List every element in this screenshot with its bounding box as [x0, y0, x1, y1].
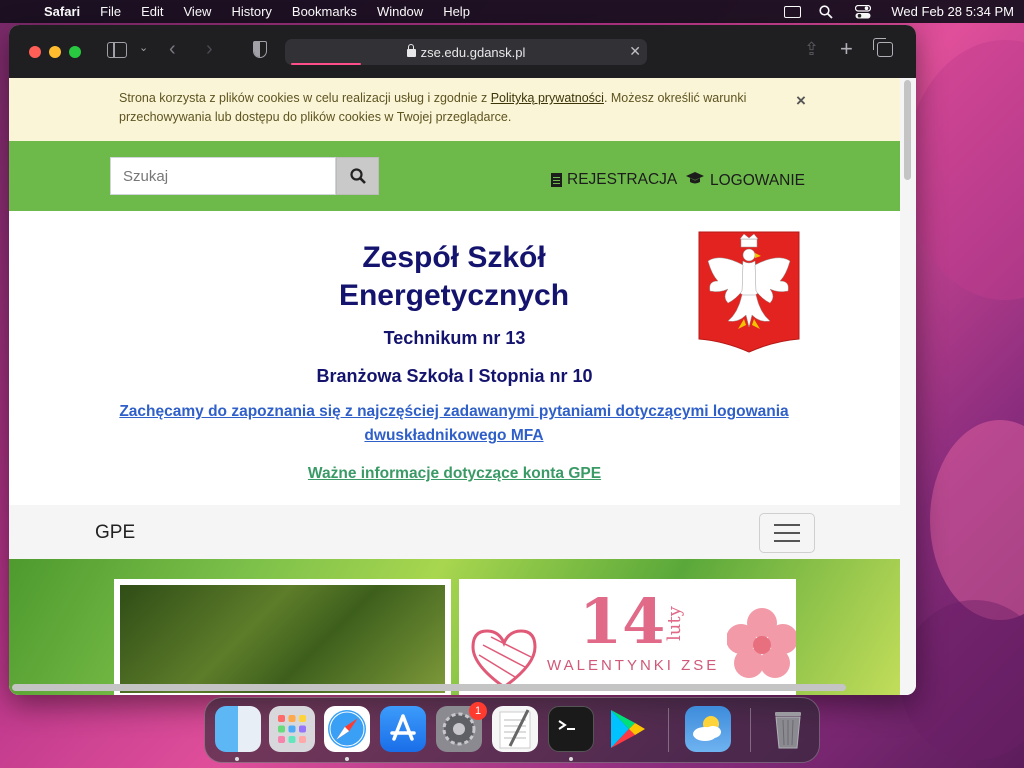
valentines-caption: WALENTYNKI ZSE	[547, 657, 720, 674]
mfa-faq-link[interactable]: Zachęcamy do zapoznania się z najczęście…	[119, 400, 789, 448]
gpe-info-link[interactable]: Ważne informacje dotyczące konta GPE	[9, 465, 900, 483]
flower-icon	[727, 608, 796, 678]
chevron-down-icon[interactable]: ⌄	[139, 41, 148, 54]
privacy-policy-link[interactable]: Polityką prywatności	[491, 91, 604, 105]
control-center-icon[interactable]	[855, 4, 873, 19]
dock-separator	[668, 708, 669, 752]
school-header: Zespół Szkół Energetycznych Technikum nr…	[9, 211, 900, 505]
dock: 1	[204, 697, 820, 763]
close-icon[interactable]: ×	[796, 91, 806, 110]
register-link[interactable]: REJESTRACJA	[551, 171, 677, 189]
address-bar[interactable]: zse.edu.gdansk.pl ✕	[285, 39, 647, 65]
search-button[interactable]	[336, 157, 379, 195]
hamburger-line	[774, 532, 800, 534]
wallpaper-shape	[930, 420, 1024, 620]
url-text: zse.edu.gdansk.pl	[420, 44, 526, 60]
trash-icon[interactable]	[765, 706, 811, 752]
new-tab-icon[interactable]: +	[840, 36, 853, 62]
notification-badge: 1	[469, 702, 487, 720]
finder-icon[interactable]	[215, 706, 261, 752]
textedit-icon[interactable]	[492, 706, 538, 752]
cookie-banner: Strona korzysta z plików cookies w celu …	[9, 78, 900, 141]
lock-icon	[406, 44, 416, 57]
secondary-navbar: GPE	[9, 505, 900, 559]
launchpad-icon[interactable]	[269, 706, 315, 752]
scrollbar-thumb[interactable]	[904, 80, 911, 180]
menu-app-name[interactable]: Safari	[44, 4, 80, 19]
horizontal-scrollbar[interactable]	[9, 680, 900, 694]
close-window-button[interactable]	[29, 45, 41, 58]
wallpaper-shape	[900, 600, 1024, 760]
top-bar: REJESTRACJA LOGOWANIE	[9, 141, 900, 211]
menu-history[interactable]: History	[231, 4, 271, 19]
vertical-scrollbar[interactable]	[900, 78, 916, 695]
scrollbar-thumb[interactable]	[12, 684, 846, 691]
page-load-progress	[291, 63, 361, 65]
polish-eagle-emblem-icon	[698, 231, 800, 353]
document-icon	[551, 173, 562, 187]
safari-icon[interactable]	[324, 706, 370, 752]
wallpaper-shape	[905, 40, 1024, 300]
valentines-date-number: 14	[579, 585, 666, 658]
login-link[interactable]: LOGOWANIE	[685, 171, 805, 190]
spotlight-search-icon[interactable]	[819, 4, 837, 19]
news-card[interactable]	[114, 579, 451, 695]
menu-toggle-button[interactable]	[759, 513, 815, 553]
minimize-window-button[interactable]	[49, 45, 61, 58]
share-icon[interactable]: ⇪	[804, 39, 819, 60]
tab-overview-icon[interactable]	[873, 38, 893, 57]
sidebar-toggle-icon[interactable]	[107, 42, 127, 58]
running-indicator	[569, 757, 573, 761]
web-page: Strona korzysta z plików cookies w celu …	[9, 78, 900, 695]
dock-separator	[750, 708, 751, 752]
search-input[interactable]	[110, 157, 336, 195]
menu-file[interactable]: File	[100, 4, 121, 19]
menu-view[interactable]: View	[184, 4, 212, 19]
navbar-brand[interactable]: GPE	[95, 522, 135, 544]
hamburger-icon	[774, 524, 800, 526]
cookie-text: Strona korzysta z plików cookies w celu …	[119, 91, 747, 124]
forward-button[interactable]: ›	[206, 38, 213, 61]
zoom-window-button[interactable]	[69, 45, 81, 58]
news-slider: 14 luty WALENTYNKI ZSE	[9, 559, 900, 695]
screen-mirroring-icon[interactable]	[784, 5, 802, 18]
page-title: Zespół Szkół Energetycznych	[338, 241, 570, 312]
back-button[interactable]: ‹	[169, 38, 176, 61]
privacy-shield-icon[interactable]	[253, 41, 267, 58]
news-card-valentines[interactable]: 14 luty WALENTYNKI ZSE	[459, 579, 796, 695]
valentines-month: luty	[664, 606, 685, 641]
safari-window: ⌄ ‹ › zse.edu.gdansk.pl ✕ ⇪ + Strona kor…	[9, 25, 916, 695]
running-indicator	[345, 757, 349, 761]
hamburger-line	[774, 540, 800, 542]
menu-help[interactable]: Help	[443, 4, 470, 19]
graduation-cap-icon	[685, 171, 705, 190]
weather-icon[interactable]	[685, 706, 731, 752]
menu-bar: Safari File Edit View History Bookmarks …	[0, 0, 1024, 23]
subtitle-branzowa: Branżowa Szkoła I Stopnia nr 10	[316, 366, 593, 386]
browser-toolbar: ⌄ ‹ › zse.edu.gdansk.pl ✕ ⇪ +	[9, 25, 916, 78]
menu-bookmarks[interactable]: Bookmarks	[292, 4, 357, 19]
news-card-image	[120, 585, 445, 693]
menubar-clock[interactable]: Wed Feb 28 5:34 PM	[891, 4, 1014, 19]
search-icon	[349, 168, 366, 184]
menu-edit[interactable]: Edit	[141, 4, 163, 19]
menu-window[interactable]: Window	[377, 4, 423, 19]
stop-loading-icon[interactable]: ✕	[629, 43, 641, 60]
terminal-icon[interactable]	[548, 706, 594, 752]
running-indicator	[235, 757, 239, 761]
google-play-icon[interactable]	[603, 706, 649, 752]
app-store-icon[interactable]	[380, 706, 426, 752]
